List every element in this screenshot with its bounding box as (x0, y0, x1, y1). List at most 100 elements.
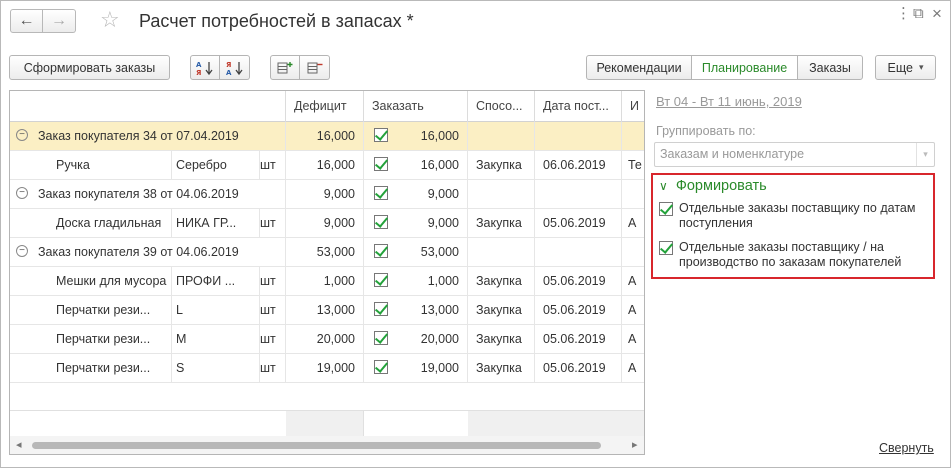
chevron-down-icon: ∨ (659, 179, 668, 193)
empty-cell (468, 122, 535, 150)
order-cell[interactable]: 9,000 (364, 180, 468, 208)
expand-groups-button[interactable] (270, 55, 300, 80)
item-unit: шт (260, 354, 286, 382)
order-quantity: 20,000 (420, 332, 459, 346)
tab-recommendations[interactable]: Рекомендации (586, 55, 692, 80)
checkbox-checked-icon[interactable] (374, 215, 388, 229)
close-icon[interactable]: × (932, 5, 942, 22)
restore-icon[interactable]: ⧉ (913, 6, 924, 22)
item-characteristic: M (172, 325, 260, 353)
empty-cell (535, 238, 622, 266)
table-row[interactable]: Доска гладильная НИКА ГР... шт Закупка 05.06… (10, 209, 644, 238)
checkbox-checked-icon[interactable] (374, 244, 388, 258)
collapse-groups-button[interactable] (300, 55, 330, 80)
scroll-right-icon[interactable]: ▸ (632, 438, 638, 451)
order-cell[interactable]: 1,000 (364, 267, 468, 295)
order-cell[interactable]: 9,000 (364, 209, 468, 237)
order-cell[interactable]: 53,000 (364, 238, 468, 266)
item-date: 06.06.2019 (535, 151, 622, 179)
favorite-star-icon[interactable]: ☆ (100, 8, 120, 32)
item-unit: шт (260, 267, 286, 295)
form-section-header[interactable]: ∨ Формировать (659, 178, 767, 194)
chevron-down-icon: ▾ (918, 62, 924, 72)
group-by-label: Группировать по: (656, 124, 756, 138)
column-header-name[interactable] (10, 91, 286, 122)
item-characteristic: S (172, 354, 260, 382)
checkbox-checked-icon[interactable] (659, 202, 673, 216)
group-by-select[interactable]: Заказам и номенклатуре ▾ (654, 142, 935, 167)
item-extra: А (628, 216, 637, 230)
order-quantity: 16,000 (420, 129, 459, 143)
item-extra: Те (628, 158, 642, 172)
group-by-value: Заказам и номенклатуре (660, 147, 805, 161)
deficit-cell: 16,000 (286, 151, 364, 179)
item-method: Закупка (468, 354, 535, 382)
empty-cell (468, 238, 535, 266)
collapse-group-icon[interactable]: − (16, 129, 28, 141)
item-extra: А (628, 332, 637, 346)
table-group-row[interactable]: − Заказ покупателя 38 от 04.06.2019 9,000 9… (10, 180, 644, 209)
table-row[interactable]: Мешки для мусора ПРОФИ ... шт Закупка 05.06.… (10, 267, 644, 296)
window: ← → ☆ Расчет потребностей в запасах * ⋮ … (0, 0, 951, 468)
more-label: Еще (887, 60, 913, 75)
column-header-order[interactable]: Заказать (364, 91, 468, 122)
table-group-row[interactable]: − Заказ покупателя 39 от 04.06.2019 53,000… (10, 238, 644, 267)
column-header-method[interactable]: Спосо... (468, 91, 535, 122)
sort-descending-button[interactable]: Я А (220, 55, 250, 80)
menu-icon[interactable]: ⋮ (896, 6, 911, 22)
order-cell[interactable]: 16,000 (364, 151, 468, 179)
item-characteristic: ПРОФИ ... (172, 267, 260, 295)
horizontal-scrollbar[interactable]: ◂ ▸ (10, 436, 644, 454)
svg-text:А: А (196, 61, 202, 69)
column-header-extra[interactable]: И (622, 91, 644, 122)
checkbox-checked-icon[interactable] (374, 331, 388, 345)
deficit-cell: 9,000 (286, 209, 364, 237)
table-row[interactable]: Ручка Серебро шт Закупка 06.06.2019 Те 16,000 1… (10, 151, 644, 180)
collapse-group-icon[interactable]: − (16, 187, 28, 199)
order-cell[interactable]: 13,000 (364, 296, 468, 324)
table-row[interactable]: Перчатки рези... Mшт Закупка 05.06.2019 А 20,… (10, 325, 644, 354)
column-header-deficit[interactable]: Дефицит (286, 91, 364, 122)
checkbox-checked-icon[interactable] (374, 302, 388, 316)
sort-ascending-button[interactable]: А Я (190, 55, 220, 80)
deficit-cell: 13,000 (286, 296, 364, 324)
forward-button[interactable]: → (43, 9, 76, 33)
table-row[interactable]: Перчатки рези... Sшт Закупка 05.06.2019 А 19,… (10, 354, 644, 383)
sort-descending-icon: Я А (226, 61, 243, 76)
item-unit: шт (260, 325, 286, 353)
chevron-down-icon[interactable]: ▾ (916, 143, 934, 166)
scroll-left-icon[interactable]: ◂ (16, 438, 22, 451)
item-unit: шт (260, 296, 286, 324)
form-options-section: ∨ Формировать Отдельные заказы поставщик… (651, 173, 935, 279)
tab-orders[interactable]: Заказы (797, 55, 863, 80)
checkbox-checked-icon[interactable] (374, 360, 388, 374)
table-group-row[interactable]: − Заказ покупателя 34 от 07.04.2019 16,000… (10, 122, 644, 151)
table-footer (10, 410, 644, 437)
checkbox-checked-icon[interactable] (374, 157, 388, 171)
period-link[interactable]: Вт 04 - Вт 11 июнь, 2019 (656, 94, 802, 109)
deficit-cell: 53,000 (286, 238, 364, 266)
column-header-date[interactable]: Дата пост... (535, 91, 622, 122)
deficit-cell: 1,000 (286, 267, 364, 295)
create-orders-button[interactable]: Сформировать заказы (9, 55, 170, 80)
scroll-thumb[interactable] (32, 442, 601, 449)
table-row[interactable]: Перчатки рези... Lшт Закупка 05.06.2019 А 13,… (10, 296, 644, 325)
tab-planning[interactable]: Планирование (691, 55, 798, 80)
collapse-link[interactable]: Свернуть (879, 441, 934, 455)
item-characteristic: Серебро (172, 151, 260, 179)
more-button[interactable]: Еще ▾ (875, 55, 936, 80)
collapse-group-icon[interactable]: − (16, 245, 28, 257)
order-cell[interactable]: 20,000 (364, 325, 468, 353)
expand-groups-icon (277, 61, 293, 73)
item-extra: А (628, 303, 637, 317)
order-quantity: 16,000 (420, 158, 459, 172)
checkbox-checked-icon[interactable] (374, 128, 388, 142)
checkbox-checked-icon[interactable] (374, 186, 388, 200)
order-cell[interactable]: 16,000 (364, 122, 468, 150)
order-cell[interactable]: 19,000 (364, 354, 468, 382)
back-button[interactable]: ← (10, 9, 43, 33)
order-quantity: 9,000 (427, 187, 459, 201)
item-extra: А (628, 361, 637, 375)
checkbox-checked-icon[interactable] (659, 241, 673, 255)
checkbox-checked-icon[interactable] (374, 273, 388, 287)
